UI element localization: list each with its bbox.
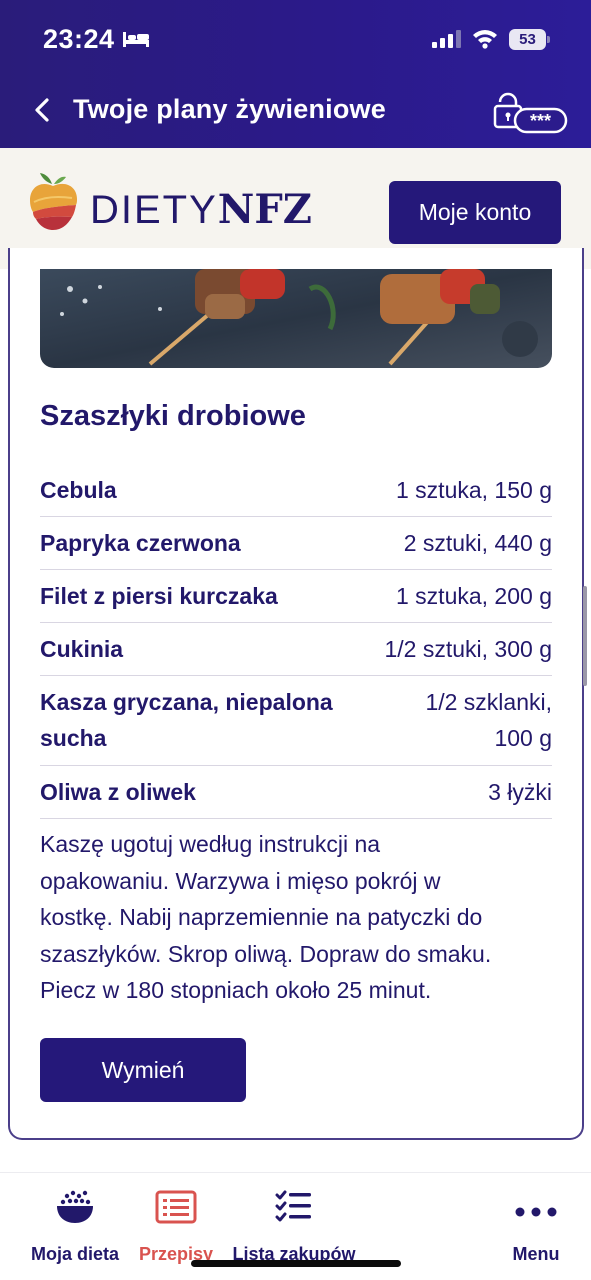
- instruction-line: opakowaniu. Warzywa i mięso pokrój w: [40, 867, 441, 894]
- app-header: 23:24 53 Twoje plany żywieniowe ***: [0, 0, 591, 148]
- ingredient-name: Cebula: [40, 477, 117, 503]
- fruit-logo-icon: [30, 173, 77, 230]
- signal-icon: [432, 30, 461, 48]
- ingredient-row: Filet z piersi kurczaka 1 sztuka, 200 g: [40, 570, 552, 623]
- recipe-title: Szaszłyki drobiowe: [40, 400, 306, 432]
- tab-label: Moja dieta: [30, 1244, 119, 1264]
- ingredient-quantity: 1/2 sztuki, 300 g: [384, 636, 553, 662]
- ingredient-row: Kasza gryczana, niepalona sucha 1/2 szkl…: [40, 676, 552, 766]
- more-dots-icon: [515, 1207, 557, 1217]
- recipe-instructions: Kaszę ugotuj według instrukcji na opakow…: [40, 826, 552, 1009]
- tab-label: Menu: [512, 1244, 560, 1264]
- battery-icon: 53: [509, 29, 550, 50]
- brand-wordmark-diety: DIETY: [90, 188, 218, 232]
- instruction-line: szaszłyków. Skrop oliwą. Dopraw do smaku…: [40, 940, 492, 967]
- password-lock-icon[interactable]: ***: [490, 88, 570, 136]
- instruction-line: Piecz w 180 stopniach około 25 minut.: [40, 977, 432, 1003]
- ingredient-name-continued: sucha: [40, 725, 107, 751]
- lock-badge-text: ***: [530, 111, 551, 131]
- chevron-left-icon[interactable]: [32, 96, 52, 124]
- rice-bowl-icon: [57, 1190, 93, 1223]
- recipe-photo: [40, 269, 552, 368]
- ingredient-name: Papryka czerwona: [40, 530, 241, 556]
- tab-moja-dieta[interactable]: Moja dieta: [20, 1180, 130, 1275]
- ingredient-row: Oliwa z oliwek 3 łyżki: [40, 766, 552, 819]
- checklist-icon: [275, 1190, 311, 1222]
- recipe-list-icon: [155, 1190, 197, 1224]
- ingredient-name: Filet z piersi kurczaka: [40, 583, 278, 609]
- ingredient-name: Kasza gryczana, niepalona: [40, 689, 333, 715]
- ingredient-quantity: 2 sztuki, 440 g: [403, 530, 552, 556]
- ingredient-row: Papryka czerwona 2 sztuki, 440 g: [40, 517, 552, 570]
- instruction-line: kostkę. Nabij naprzemiennie na patyczki …: [40, 904, 483, 930]
- my-account-button[interactable]: Moje konto: [389, 181, 561, 244]
- ingredient-quantity: 3 łyżki: [488, 779, 552, 805]
- scrollbar[interactable]: [583, 586, 587, 686]
- brand-wordmark: DIETYNFZ: [90, 188, 312, 232]
- wifi-icon: [473, 30, 497, 49]
- bed-icon: [123, 32, 149, 47]
- home-indicator[interactable]: [191, 1260, 401, 1267]
- ingredient-quantity: 1 sztuka, 150 g: [396, 477, 552, 503]
- ingredient-row: Cukinia 1/2 sztuki, 300 g: [40, 623, 552, 676]
- status-time: 23:24: [43, 24, 115, 54]
- battery-level: 53: [509, 29, 546, 50]
- ingredient-row: Cebula 1 sztuka, 150 g: [40, 464, 552, 517]
- ingredient-name: Cukinia: [40, 636, 124, 662]
- ingredient-quantity: 1/2 szklanki,: [425, 689, 552, 715]
- instruction-line: Kaszę ugotuj według instrukcji na: [40, 831, 381, 857]
- swap-recipe-button[interactable]: Wymień: [40, 1038, 246, 1102]
- ingredient-quantity: 1 sztuka, 200 g: [396, 583, 552, 609]
- page-title: Twoje plany żywieniowe: [73, 94, 386, 124]
- tab-menu[interactable]: Menu: [496, 1180, 576, 1275]
- ingredient-name: Oliwa z oliwek: [40, 779, 196, 805]
- ingredient-quantity-continued: 100 g: [494, 725, 552, 751]
- brand-wordmark-nfz: NFZ: [217, 186, 312, 233]
